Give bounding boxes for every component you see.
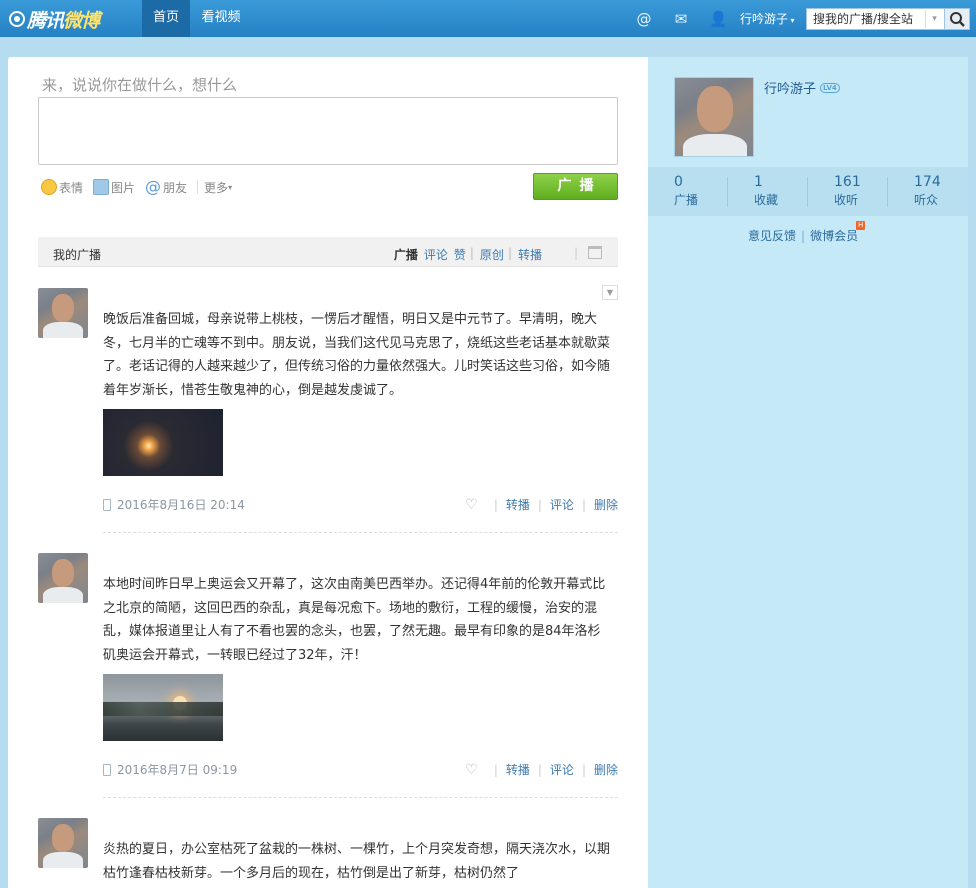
comment-button[interactable]: 评论 <box>550 496 574 513</box>
comment-button[interactable]: 评论 <box>550 761 574 778</box>
like-heart-icon[interactable]: ♡ <box>465 762 478 778</box>
emoji-icon <box>41 179 57 195</box>
compose-toolbar: 表情 图片 @ 朋友 更多 ▾ <box>41 178 242 196</box>
post-menu-chevron-icon[interactable]: ▼ <box>602 285 618 300</box>
search-scope-dropdown[interactable]: ▾ <box>925 10 943 28</box>
search-button[interactable] <box>944 8 970 30</box>
repost-button[interactable]: 转播 <box>506 761 530 778</box>
search-icon <box>950 12 965 27</box>
mobile-icon <box>103 763 111 776</box>
top-nav-bar: 腾讯微博 首页 看视频 @ ✉ 👤 行吟游子 ▾ 搜我的广播/搜全站 ▾ <box>0 0 976 37</box>
feed-filter-tabs: 广播 评论 赞 | 原创 | 转播 <box>393 246 542 263</box>
emoji-button[interactable]: 表情 <box>41 179 83 196</box>
mention-icon[interactable]: @ <box>635 10 653 28</box>
compose-textarea[interactable] <box>38 97 618 165</box>
chevron-down-icon: ▾ <box>788 16 795 25</box>
sidebar-links: 意见反馈 | 微博会员 H <box>748 221 866 244</box>
post-image[interactable] <box>103 409 223 476</box>
site-logo[interactable]: 腾讯微博 <box>9 7 100 32</box>
filter-comment[interactable]: 评论 <box>424 246 448 263</box>
post-meta: 2016年8月16日 20:14 ♡ | 转播 | 评论 | 删除 <box>103 496 618 514</box>
delete-button[interactable]: 删除 <box>594 761 618 778</box>
post-date[interactable]: 2016年8月7日 09:19 <box>117 761 237 778</box>
image-button[interactable]: 图片 <box>93 179 135 196</box>
stat-following[interactable]: 161 收听 <box>808 167 888 216</box>
weibo-logo-icon <box>9 11 25 27</box>
delete-button[interactable]: 删除 <box>594 496 618 513</box>
mail-icon[interactable]: ✉ <box>672 10 690 28</box>
search-input[interactable]: 搜我的广播/搜全站 <box>806 8 944 30</box>
profile-sidebar: 行吟游子 LV4 0 广播 1 收藏 161 收听 174 听众 意见反馈 | 微博会员… <box>648 57 968 888</box>
nav-tab-home[interactable]: 首页 <box>142 0 190 37</box>
nav-tab-video[interactable]: 看视频 <box>190 0 252 37</box>
feedback-link[interactable]: 意见反馈 <box>748 227 796 244</box>
post-date[interactable]: 2016年8月16日 20:14 <box>117 496 245 513</box>
post-avatar[interactable] <box>38 288 88 338</box>
user-icon[interactable]: 👤 <box>709 10 728 28</box>
image-icon <box>93 179 110 195</box>
repost-button[interactable]: 转播 <box>506 496 530 513</box>
main-column: 来，说说你在做什么，想什么 表情 图片 @ 朋友 更多 ▾ 广播 我的广播 广播 … <box>8 57 648 888</box>
at-icon: @ <box>145 177 162 196</box>
calendar-icon[interactable] <box>588 246 602 259</box>
profile-name[interactable]: 行吟游子 LV4 <box>764 78 840 97</box>
post-avatar[interactable] <box>38 553 88 603</box>
post-meta: 2016年8月7日 09:19 ♡ | 转播 | 评论 | 删除 <box>103 761 618 779</box>
post-text: 本地时间昨日早上奥运会又开幕了，这次由南美巴西举办。还记得4年前的伦敦开幕式比之… <box>103 577 606 663</box>
user-menu[interactable]: 行吟游子 ▾ <box>740 10 795 27</box>
feed-post: 炎热的夏日，办公室枯死了盆栽的一株树、一棵竹，上个月突发奇想，隔天浇次水，以期枯… <box>38 818 618 888</box>
filter-original[interactable]: 原创 <box>480 246 504 263</box>
more-button[interactable]: 更多 ▾ <box>204 179 232 196</box>
profile-stats: 0 广播 1 收藏 161 收听 174 听众 <box>648 167 968 216</box>
post-avatar[interactable] <box>38 818 88 868</box>
feed-header: 我的广播 广播 评论 赞 | 原创 | 转播 | <box>38 237 618 267</box>
profile-avatar[interactable] <box>674 77 754 157</box>
stat-favorites[interactable]: 1 收藏 <box>728 167 808 216</box>
compose-prompt: 来，说说你在做什么，想什么 <box>42 76 238 94</box>
feed-title: 我的广播 <box>53 248 102 262</box>
vip-link[interactable]: 微博会员 H <box>810 221 866 244</box>
stat-broadcasts[interactable]: 0 广播 <box>648 167 728 216</box>
filter-broadcast[interactable]: 广播 <box>394 246 418 263</box>
filter-like[interactable]: 赞 <box>454 246 466 263</box>
broadcast-button[interactable]: 广播 <box>533 173 618 200</box>
stat-followers[interactable]: 174 听众 <box>888 167 968 216</box>
like-heart-icon[interactable]: ♡ <box>465 497 478 513</box>
mobile-icon <box>103 498 111 511</box>
hot-badge: H <box>856 221 866 230</box>
mention-friend-button[interactable]: @ 朋友 <box>145 179 187 196</box>
post-text: 晚饭后准备回城，母亲说带上桃枝，一愣后才醒悟，明日又是中元节了。早清明，晚大冬，… <box>103 312 611 398</box>
chevron-down-icon: ▾ <box>228 182 233 192</box>
post-image[interactable] <box>103 674 223 741</box>
level-badge: LV4 <box>820 82 840 93</box>
filter-repost[interactable]: 转播 <box>518 246 542 263</box>
post-text: 炎热的夏日，办公室枯死了盆栽的一株树、一棵竹，上个月突发奇想，隔天浇次水，以期枯… <box>103 842 611 881</box>
